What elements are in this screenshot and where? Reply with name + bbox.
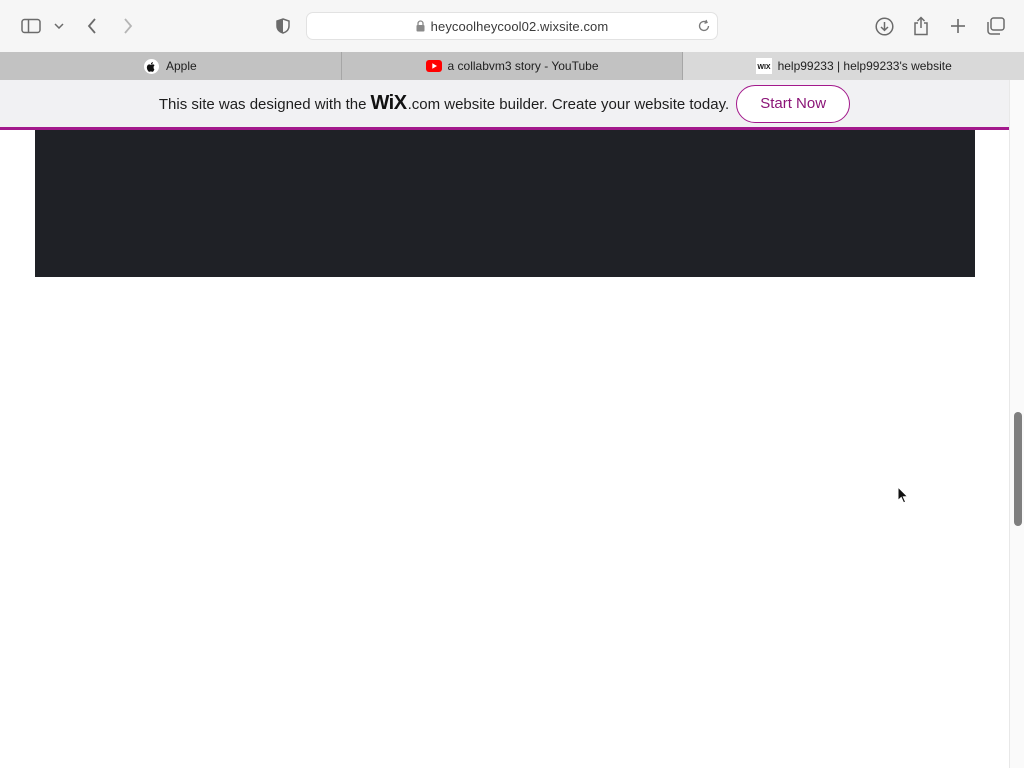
lock-icon bbox=[416, 20, 425, 32]
plus-icon[interactable] bbox=[947, 13, 969, 39]
chevron-down-icon[interactable] bbox=[52, 13, 66, 39]
banner-text-before: This site was designed with the bbox=[158, 96, 367, 113]
wix-banner: This site was designed with the WiX .com… bbox=[0, 80, 1009, 130]
url-text: heycoolheycool02.wixsite.com bbox=[430, 18, 609, 34]
scrollbar[interactable] bbox=[1009, 80, 1024, 768]
wix-banner-text: This site was designed with the WiX .com… bbox=[159, 92, 729, 115]
wix-icon: WIX bbox=[755, 58, 772, 74]
tab-youtube[interactable]: a collabvm3 story - YouTube bbox=[341, 52, 684, 80]
svg-text:WIX: WIX bbox=[757, 64, 771, 71]
tab-bar: Apple a collabvm3 story - YouTube WIX he… bbox=[0, 52, 1024, 80]
tabs-overview-icon[interactable] bbox=[984, 13, 1006, 39]
download-icon[interactable] bbox=[873, 13, 895, 39]
banner-text-after: .com website builder. Create your websit… bbox=[407, 96, 730, 113]
share-icon[interactable] bbox=[910, 13, 932, 39]
tab-label: help99233 | help99233's website bbox=[777, 59, 952, 73]
tab-apple[interactable]: Apple bbox=[0, 52, 342, 80]
page-content bbox=[0, 130, 1009, 768]
youtube-icon bbox=[425, 58, 442, 74]
chevron-left-icon[interactable] bbox=[82, 13, 102, 39]
browser-toolbar: heycoolheycool02.wixsite.com bbox=[0, 0, 1024, 52]
apple-icon bbox=[144, 58, 160, 74]
tab-label: a collabvm3 story - YouTube bbox=[447, 59, 599, 73]
chevron-right-icon[interactable] bbox=[118, 13, 138, 39]
sidebar-icon[interactable] bbox=[20, 13, 42, 39]
shield-icon[interactable] bbox=[273, 13, 293, 39]
tab-label: Apple bbox=[165, 59, 197, 73]
reload-icon[interactable] bbox=[697, 19, 711, 33]
tab-wix-site[interactable]: WIX help99233 | help99233's website bbox=[683, 52, 1024, 80]
dark-content-block bbox=[35, 130, 975, 277]
wix-logo: WiX bbox=[370, 92, 407, 114]
start-now-button[interactable]: Start Now bbox=[736, 84, 851, 123]
scrollbar-thumb[interactable] bbox=[1014, 412, 1022, 526]
mouse-cursor-icon bbox=[897, 485, 909, 509]
address-bar[interactable]: heycoolheycool02.wixsite.com bbox=[306, 12, 718, 40]
